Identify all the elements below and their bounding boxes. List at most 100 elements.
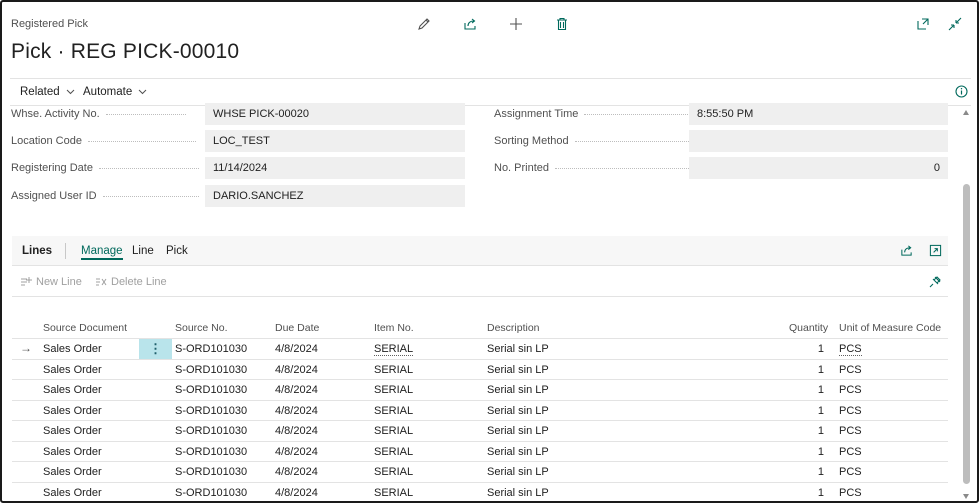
row-actions-menu-icon[interactable]: ⋮ [139, 339, 172, 359]
cell-due-date: 4/8/2024 [275, 486, 318, 499]
edit-icon[interactable] [414, 14, 434, 34]
cell-unit-of-measure-code: PCS [839, 486, 862, 499]
table-row[interactable]: Sales Order S-ORD101030 4/8/2024 SERIAL Seri… [12, 380, 948, 401]
table-row[interactable]: Sales Order S-ORD101030 4/8/2024 SERIAL Seri… [12, 360, 948, 380]
assigned-user-id-field: DARIO.SANCHEZ [205, 185, 465, 207]
new-line-button[interactable]: New Line [20, 276, 82, 288]
expand-icon[interactable] [929, 244, 942, 260]
new-icon[interactable] [506, 14, 526, 34]
leader-dots [102, 195, 199, 197]
automate-label: Automate [83, 86, 133, 98]
cell-source-document: Sales Order [43, 466, 102, 478]
cell-unit-of-measure-code: PCS [839, 425, 862, 437]
page-caption: Registered Pick [11, 18, 89, 30]
scroll-down-icon[interactable] [963, 494, 969, 499]
table-row[interactable]: Sales Order S-ORD101030 4/8/2024 SERIAL Seri… [12, 401, 948, 421]
tab-line[interactable]: Line [132, 245, 154, 257]
sorting-method-label: Sorting Method [494, 135, 693, 147]
grid-header: Source Document Source No. Due Date Item… [12, 318, 948, 339]
cell-item-no: SERIAL [374, 425, 414, 437]
cell-source-no: S-ORD101030 [175, 445, 248, 458]
cell-item-no: SERIAL [374, 445, 414, 458]
delete-line-icon [96, 278, 107, 286]
table-row[interactable]: Sales Order S-ORD101030 4/8/2024 SERIAL Seri… [12, 442, 948, 462]
cell-description: Serial sin LP [487, 466, 549, 478]
assigned-user-id-label: Assigned User ID [11, 190, 199, 202]
assignment-time-caption: Assignment Time [494, 108, 579, 120]
tab-manage[interactable]: Manage [81, 245, 123, 260]
collapse-icon[interactable] [945, 14, 965, 34]
header-window-actions [913, 14, 965, 34]
chevron-down-icon [66, 89, 74, 95]
cell-description: Serial sin LP [487, 384, 549, 396]
leader-dots [98, 167, 199, 169]
scroll-up-icon[interactable] [963, 110, 969, 115]
table-row[interactable]: Sales Order S-ORD101030 4/8/2024 SERIAL Seri… [12, 462, 948, 483]
chevron-down-icon [138, 89, 147, 95]
registering-date-label: Registering Date [11, 162, 199, 174]
header-actions [414, 14, 572, 34]
column-unit-of-measure-code[interactable]: Unit of Measure Code [839, 322, 941, 334]
cell-item-no: SERIAL [374, 343, 414, 356]
tab-pick[interactable]: Pick [166, 245, 188, 257]
new-line-label: New Line [36, 276, 82, 288]
whse-activity-no-field: WHSE PICK-00020 [205, 103, 465, 125]
delete-icon[interactable] [552, 14, 572, 34]
table-row[interactable]: → ⋮ Sales Order S-ORD101030 4/8/2024 SERIAL Se… [12, 339, 948, 360]
action-bar: Related Automate [10, 78, 971, 106]
location-code-label: Location Code [11, 135, 196, 147]
page-title: Pick · REG PICK-00010 [11, 40, 240, 63]
leader-dots [87, 140, 196, 142]
column-source-document[interactable]: Source Document [43, 322, 127, 334]
cell-unit-of-measure-code: PCS [839, 445, 862, 458]
lines-title: Lines [22, 245, 53, 257]
table-row[interactable]: Sales Order S-ORD101030 4/8/2024 SERIAL Seri… [12, 483, 948, 502]
cell-unit-of-measure-code: PCS [839, 343, 862, 356]
share-icon[interactable] [460, 14, 480, 34]
cell-source-no: S-ORD101030 [175, 466, 248, 478]
cell-due-date: 4/8/2024 [275, 384, 318, 396]
assignment-time-field: 8:55:50 PM [689, 103, 948, 125]
related-menu[interactable]: Related [20, 86, 75, 98]
leader-dots [105, 113, 186, 115]
cell-source-no: S-ORD101030 [175, 486, 248, 499]
cell-source-no: S-ORD101030 [175, 384, 248, 396]
cell-quantity: 1 [817, 486, 824, 499]
cell-description: Serial sin LP [487, 445, 549, 458]
cell-source-no: S-ORD101030 [175, 404, 248, 417]
column-item-no[interactable]: Item No. [374, 322, 414, 334]
sorting-method-caption: Sorting Method [494, 135, 569, 147]
scroll-thumb[interactable] [963, 184, 970, 484]
column-quantity[interactable]: Quantity [789, 322, 828, 334]
cell-unit-of-measure-code: PCS [839, 404, 862, 417]
cell-source-document: Sales Order [43, 363, 102, 376]
cell-source-no: S-ORD101030 [175, 343, 248, 355]
column-source-no[interactable]: Source No. [175, 322, 228, 334]
cell-source-document: Sales Order [43, 445, 102, 458]
vertical-scrollbar[interactable] [961, 106, 971, 501]
open-new-window-icon[interactable] [913, 14, 933, 34]
column-due-date[interactable]: Due Date [275, 322, 319, 334]
delete-line-button[interactable]: Delete Line [95, 276, 167, 288]
share-icon[interactable] [900, 244, 913, 260]
table-row[interactable]: Sales Order S-ORD101030 4/8/2024 SERIAL Seri… [12, 421, 948, 442]
registering-date-caption: Registering Date [11, 162, 93, 174]
leader-dots [584, 113, 697, 115]
registering-date-field: 11/14/2024 [205, 157, 465, 179]
page-frame: Registered Pick Pick · REG PICK-00010 Re… [0, 0, 979, 503]
new-line-icon [21, 277, 32, 286]
leader-dots [555, 167, 692, 169]
lines-header-actions [900, 244, 942, 260]
cell-unit-of-measure-code: PCS [839, 384, 862, 396]
column-description[interactable]: Description [487, 322, 540, 334]
cell-description: Serial sin LP [487, 363, 549, 376]
cell-unit-of-measure-code: PCS [839, 466, 862, 478]
current-row-arrow-icon: → [20, 341, 32, 355]
pin-icon[interactable] [929, 275, 942, 291]
location-code-caption: Location Code [11, 135, 82, 147]
cell-source-document: Sales Order [43, 486, 102, 499]
no-printed-field: 0 [689, 157, 948, 179]
automate-menu[interactable]: Automate [83, 86, 147, 98]
info-icon[interactable] [955, 85, 968, 101]
cell-description: Serial sin LP [487, 404, 549, 417]
